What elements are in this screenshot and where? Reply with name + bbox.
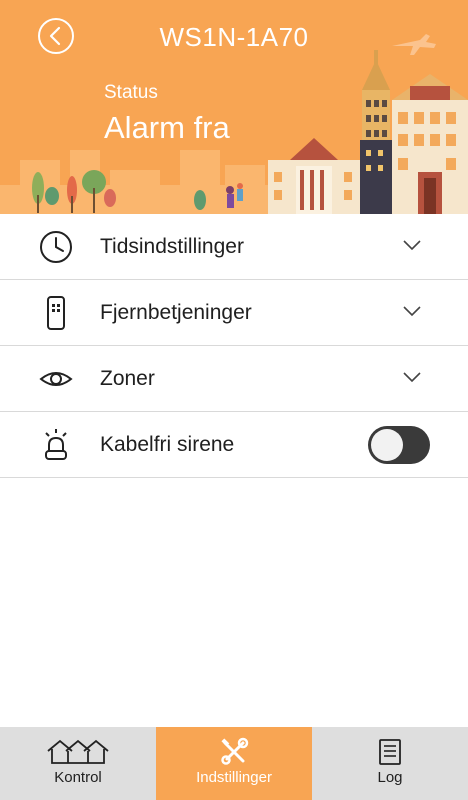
settings-item-tidsindstillinger[interactable]: Tidsindstillinger (0, 214, 468, 280)
nav-kontrol[interactable]: Kontrol (0, 727, 156, 800)
settings-item-fjernbetjeninger[interactable]: Fjernbetjeninger (0, 280, 468, 346)
device-title: WS1N-1A70 (159, 22, 309, 52)
chevron-down-icon[interactable] (402, 304, 422, 318)
nav-log[interactable]: Log (312, 727, 468, 800)
status-label: Status (104, 82, 158, 103)
houses-icon (47, 739, 109, 764)
settings-list: Tidsindstillinger Fjernbetjeninger Zoner (0, 214, 468, 478)
nav-indstillinger[interactable]: Indstillinger (156, 727, 312, 800)
settings-item-label: Zoner (100, 367, 155, 390)
chevron-down-icon[interactable] (402, 238, 422, 252)
eye-icon (39, 372, 73, 386)
header-banner: WS1N-1A70 Status Alarm fra (0, 0, 468, 214)
settings-item-zoner[interactable]: Zoner (0, 346, 468, 412)
chevron-down-icon[interactable] (402, 370, 422, 384)
bottom-navigation: Kontrol Indstillinger Log (0, 727, 468, 800)
remote-control-icon (47, 296, 65, 330)
nav-label: Log (377, 769, 403, 786)
nav-label: Indstillinger (196, 769, 272, 786)
settings-item-label: Fjernbetjeninger (100, 301, 252, 324)
status-value: Alarm fra (104, 110, 230, 145)
settings-item-label: Kabelfri sirene (100, 433, 235, 456)
siren-icon (45, 429, 67, 460)
nav-label: Kontrol (54, 769, 102, 786)
tools-icon (221, 737, 249, 765)
settings-item-kabelfri-sirene: Kabelfri sirene (0, 412, 468, 478)
wireless-siren-toggle[interactable] (368, 426, 430, 464)
log-icon (379, 739, 401, 765)
toggle-knob (371, 429, 403, 461)
clock-icon (40, 231, 72, 263)
settings-item-label: Tidsindstillinger (100, 235, 244, 258)
